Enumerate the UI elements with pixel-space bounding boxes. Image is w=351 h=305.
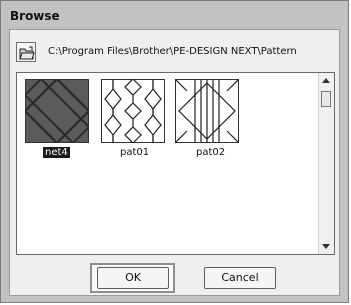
open-folder-button[interactable]: [16, 42, 36, 62]
dialog-body: C:\Program Files\Brother\PE-DESIGN NEXT\…: [9, 29, 340, 296]
file-item-net4[interactable]: [16, 70, 98, 152]
current-path: C:\Program Files\Brother\PE-DESIGN NEXT\…: [48, 46, 297, 57]
dialog-title: Browse: [10, 9, 60, 23]
title-bar[interactable]: Browse: [1, 1, 348, 29]
net-pattern-icon: [16, 70, 98, 152]
path-row: C:\Program Files\Brother\PE-DESIGN NEXT\…: [16, 42, 336, 64]
file-item-pat02[interactable]: [174, 78, 240, 144]
scroll-down-icon[interactable]: [322, 244, 330, 249]
pattern-file-list[interactable]: net4 pat01 pat02: [16, 70, 335, 255]
scrollbar-thumb[interactable]: [321, 91, 331, 107]
diamond-chain-pattern-icon: [101, 78, 165, 144]
open-folder-icon: [19, 46, 35, 60]
browse-dialog: Browse C:\Program Files\Brother\PE-DESIG…: [0, 0, 349, 303]
vertical-scrollbar[interactable]: [318, 73, 334, 254]
file-item-pat01[interactable]: [101, 78, 165, 144]
cancel-button[interactable]: Cancel: [204, 267, 276, 289]
diamond-stripe-pattern-icon: [174, 78, 240, 144]
scroll-up-icon[interactable]: [322, 78, 330, 83]
file-label-pat01: pat01: [120, 147, 150, 158]
file-label-pat02: pat02: [196, 147, 226, 158]
ok-button[interactable]: OK: [97, 267, 169, 289]
file-label-net4: net4: [43, 147, 70, 158]
